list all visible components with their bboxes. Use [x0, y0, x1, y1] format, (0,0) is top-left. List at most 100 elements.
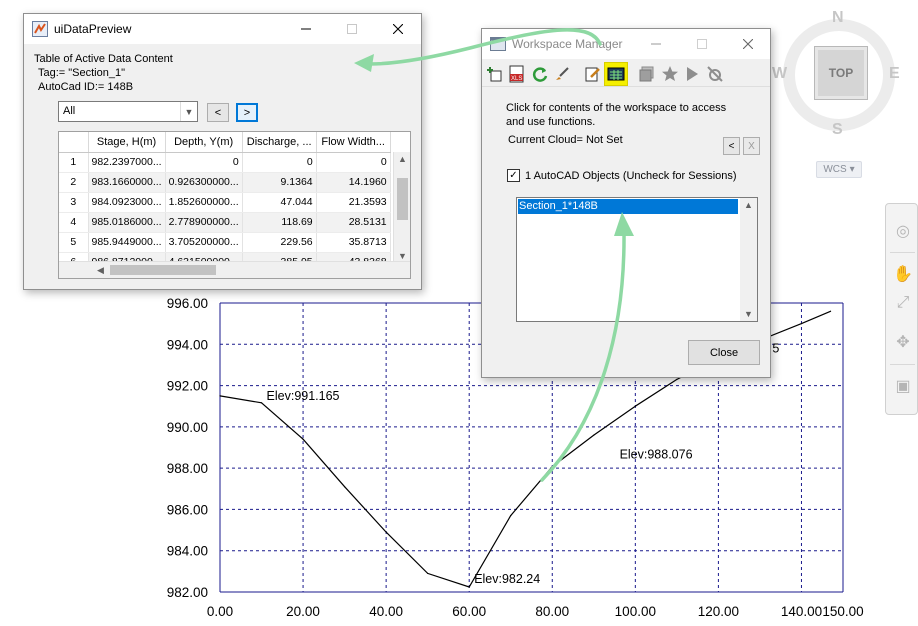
- table-cell[interactable]: 21.3593: [316, 192, 391, 213]
- play-button[interactable]: [681, 63, 703, 85]
- table-row[interactable]: 1 982.2397000... 0 0 0: [59, 152, 391, 173]
- edit-button[interactable]: [582, 63, 604, 85]
- profile-point: [385, 531, 387, 533]
- table-cell[interactable]: 1.852600000...: [165, 192, 243, 213]
- column-header[interactable]: Depth, Y(m): [165, 132, 243, 153]
- preview-titlebar[interactable]: uiDataPreview: [24, 14, 421, 44]
- x-tick-label: 0.00: [207, 604, 233, 619]
- orbit-icon[interactable]: ✥: [892, 332, 914, 354]
- scroll-thumb[interactable]: [110, 265, 216, 275]
- star-button[interactable]: [659, 63, 681, 85]
- current-cloud: Current Cloud= Not Set: [508, 134, 623, 146]
- window-title: uiDataPreview: [54, 22, 132, 36]
- scroll-up-icon[interactable]: ▲: [398, 154, 407, 164]
- scroll-down-icon[interactable]: ▼: [398, 251, 407, 261]
- table-cell[interactable]: 2.778900000...: [165, 212, 243, 233]
- autocad-objects-checkbox[interactable]: ✓: [507, 169, 520, 182]
- table-horizontal-scrollbar[interactable]: ◀: [59, 261, 410, 278]
- next-button[interactable]: >: [236, 103, 258, 122]
- back-button[interactable]: <: [723, 137, 740, 155]
- y-tick-label: 986.00: [167, 502, 208, 517]
- workspace-titlebar[interactable]: Workspace Manager: [482, 29, 770, 59]
- steering-wheel-icon[interactable]: ◎: [892, 221, 914, 243]
- export-xls-button[interactable]: XLS: [506, 63, 528, 85]
- add-object-button[interactable]: [484, 63, 506, 85]
- export-xls-icon: XLS: [509, 65, 524, 83]
- maximize-button[interactable]: [329, 14, 375, 44]
- table-row[interactable]: 3 984.0923000... 1.852600000... 47.044 2…: [59, 192, 391, 213]
- compass-east[interactable]: E: [889, 65, 900, 83]
- maximize-button[interactable]: [679, 29, 725, 59]
- table-cell[interactable]: 118.69: [242, 212, 317, 233]
- data-preview-button[interactable]: [604, 62, 628, 86]
- table-cell[interactable]: 985.9449000...: [88, 232, 166, 253]
- table-cell[interactable]: 28.5131: [316, 212, 391, 233]
- table-row[interactable]: 5 985.9449000... 3.705200000... 229.56 3…: [59, 232, 391, 253]
- table-row[interactable]: 4 985.0186000... 2.778900000... 118.69 2…: [59, 212, 391, 233]
- filter-dropdown[interactable]: All ▼: [58, 101, 198, 122]
- viewcube-top-face[interactable]: TOP: [814, 46, 868, 100]
- refresh-button[interactable]: [529, 63, 551, 85]
- profile-point: [551, 465, 553, 468]
- row-number: 3: [59, 192, 89, 213]
- minimize-button[interactable]: [633, 29, 679, 59]
- pan-icon[interactable]: ✋: [892, 264, 914, 286]
- previous-button[interactable]: <: [207, 103, 229, 122]
- filter-value: All: [63, 105, 76, 117]
- brush-button[interactable]: [551, 63, 573, 85]
- autocad-objects-label[interactable]: 1 AutoCAD Objects (Uncheck for Sessions): [525, 170, 737, 182]
- table-cell[interactable]: 47.044: [242, 192, 317, 213]
- showmotion-icon[interactable]: ▣: [892, 376, 914, 398]
- minimize-button[interactable]: [283, 14, 329, 44]
- x-tick-label: 80.00: [535, 604, 569, 619]
- close-window-button[interactable]: [375, 14, 421, 44]
- compass-north[interactable]: N: [832, 9, 844, 27]
- column-header[interactable]: Stage, H(m): [88, 132, 166, 153]
- table-cell[interactable]: 3.705200000...: [165, 232, 243, 253]
- compass-west[interactable]: W: [772, 65, 787, 83]
- table-row[interactable]: 2 983.1660000... 0.926300000... 9.1364 1…: [59, 172, 391, 193]
- table-cell[interactable]: 984.0923000...: [88, 192, 166, 213]
- table-cell[interactable]: 982.2397000...: [88, 152, 166, 173]
- row-number-header: [59, 132, 89, 153]
- table-cell[interactable]: 229.56: [242, 232, 317, 253]
- table-cell[interactable]: 0.926300000...: [165, 172, 243, 193]
- y-tick-label: 992.00: [167, 379, 208, 394]
- table-vertical-scrollbar[interactable]: ▲ ▼: [393, 152, 410, 263]
- close-window-button[interactable]: [725, 29, 771, 59]
- elevation-label: Elev:982.24: [474, 572, 540, 586]
- wcs-menu[interactable]: WCS ▾: [816, 161, 862, 178]
- table-cell[interactable]: 0: [165, 152, 243, 173]
- objects-listbox[interactable]: Section_1*148B ▲ ▼: [516, 197, 758, 322]
- unlink-button[interactable]: [704, 63, 726, 85]
- navbar-divider: [890, 252, 915, 253]
- listbox-scrollbar[interactable]: ▲ ▼: [740, 198, 757, 321]
- column-header[interactable]: Flow Width...: [316, 132, 391, 153]
- copy-button[interactable]: [636, 63, 658, 85]
- close-button[interactable]: Close: [688, 340, 760, 365]
- data-table[interactable]: Stage, H(m) Depth, Y(m) Discharge, ... F…: [58, 131, 411, 279]
- matlab-icon: [32, 21, 48, 37]
- profile-point: [510, 515, 512, 517]
- table-cell[interactable]: 985.0186000...: [88, 212, 166, 233]
- scroll-left-icon[interactable]: ◀: [97, 265, 104, 276]
- table-cell[interactable]: 14.1960: [316, 172, 391, 193]
- x-tick-label: 120.00: [698, 604, 739, 619]
- compass-south[interactable]: S: [832, 121, 843, 139]
- table-cell[interactable]: 9.1364: [242, 172, 317, 193]
- column-header[interactable]: Discharge, ...: [242, 132, 317, 153]
- row-number: 2: [59, 172, 89, 193]
- list-item-selected[interactable]: Section_1*148B: [518, 199, 738, 214]
- table-cell[interactable]: 0: [316, 152, 391, 173]
- scroll-thumb[interactable]: [397, 178, 408, 220]
- autocad-id: AutoCad ID:= 148B: [38, 81, 134, 93]
- scroll-up-icon[interactable]: ▲: [744, 200, 753, 210]
- table-cell[interactable]: 35.8713: [316, 232, 391, 253]
- scroll-down-icon[interactable]: ▼: [744, 309, 753, 319]
- clear-button[interactable]: X: [743, 137, 760, 155]
- profile-point: [427, 572, 429, 575]
- zoom-extents-icon[interactable]: ⤢: [892, 292, 914, 314]
- table-cell[interactable]: 0: [242, 152, 317, 173]
- table-cell[interactable]: 983.1660000...: [88, 172, 166, 193]
- row-number: 1: [59, 152, 89, 173]
